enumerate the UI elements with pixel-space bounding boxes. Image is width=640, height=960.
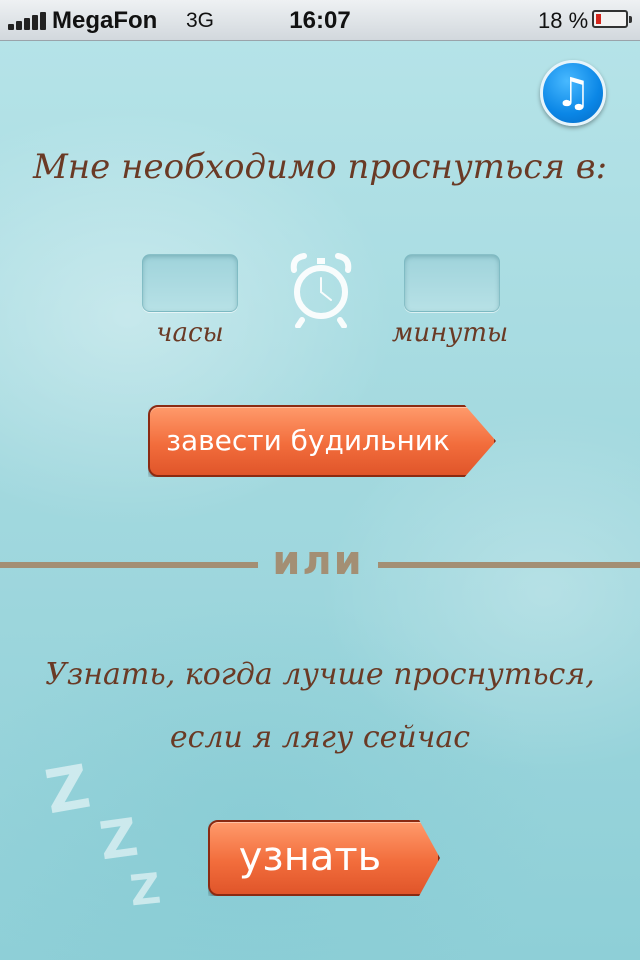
- sleep-now-text-line1: Узнать, когда лучше проснуться,: [45, 657, 595, 692]
- set-alarm-button[interactable]: завести будильник: [148, 405, 496, 477]
- minutes-label: минуты: [391, 318, 509, 348]
- find-out-button[interactable]: узнать: [208, 820, 440, 896]
- wake-up-headline: Мне необходимо проснуться в:: [32, 147, 608, 187]
- sleep-now-text-line2: если я лягу сейчас: [169, 720, 471, 755]
- sleep-z-icon: Z: [96, 807, 142, 873]
- minutes-input[interactable]: [404, 254, 500, 312]
- hours-label: часы: [156, 318, 224, 348]
- or-divider-label: или: [272, 538, 364, 584]
- set-alarm-label: завести будильник: [166, 424, 450, 457]
- find-out-label: узнать: [238, 834, 382, 880]
- divider-line-right: [378, 562, 640, 568]
- sleep-z-icon: Z: [127, 863, 163, 916]
- music-note-icon: ♫: [555, 70, 591, 116]
- battery-low-icon: [592, 10, 632, 28]
- battery-percent: 18 %: [538, 8, 589, 33]
- alarm-clock-icon: [290, 253, 352, 328]
- divider-line-left: [0, 562, 258, 568]
- hours-input[interactable]: [142, 254, 238, 312]
- battery-fill: [596, 14, 601, 24]
- status-bar: MegaFon 3G 16:07 18 %: [0, 0, 640, 41]
- music-button[interactable]: ♫: [540, 60, 606, 126]
